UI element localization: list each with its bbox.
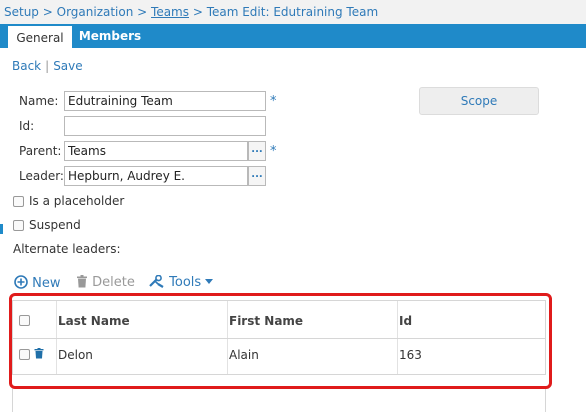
id-field[interactable] [64,116,266,136]
breadcrumb-separator: > [189,5,207,19]
parent-label: Parent: [19,144,62,158]
name-required-mark: * [270,94,277,109]
suspend-checkbox[interactable] [13,220,24,231]
highlight-box [9,293,552,389]
placeholder-checkbox[interactable] [13,196,24,207]
breadcrumb-organization[interactable]: Organization [57,5,134,19]
leader-label: Leader: [19,169,64,183]
grid-lower-area [12,389,546,412]
tools-label: Tools [169,275,202,290]
breadcrumb-teams-link[interactable]: Teams [151,5,189,19]
scope-button[interactable]: Scope [419,87,539,115]
left-edge-marker [0,224,3,234]
tab-general[interactable]: General [8,24,72,48]
action-links: Back | Save [12,59,83,73]
delete-label: Delete [92,275,135,290]
id-label: Id: [19,119,35,133]
leader-browse-button[interactable]: ... [248,166,266,186]
trash-icon [77,275,87,288]
tab-bar: General Members [0,24,586,48]
leader-field[interactable] [64,166,248,186]
breadcrumb-separator: > [38,5,57,19]
save-link[interactable]: Save [53,59,82,73]
placeholder-label: Is a placeholder [29,194,125,208]
alternate-leaders-label: Alternate leaders: [13,242,121,256]
breadcrumb-current: Team Edit: Edutraining Team [206,5,379,19]
tools-icon [149,274,164,288]
name-label: Name: [19,94,59,108]
parent-browse-button[interactable]: ... [248,141,266,161]
action-separator: | [45,59,50,73]
tools-dropdown[interactable]: Tools [149,274,214,290]
tab-members[interactable]: Members [72,24,148,48]
new-label: New [32,276,61,291]
parent-required-mark: * [270,144,277,159]
plus-circle-icon [14,275,28,289]
back-link[interactable]: Back [12,59,41,73]
parent-field[interactable] [64,141,248,161]
breadcrumb-separator: > [133,5,152,19]
chevron-down-icon [205,279,214,284]
suspend-label: Suspend [29,218,81,232]
new-button[interactable]: New [14,275,61,291]
breadcrumb-setup[interactable]: Setup [4,5,39,19]
breadcrumb: Setup > Organization > Teams > Team Edit… [0,0,586,24]
delete-button[interactable]: Delete [76,275,135,290]
name-field[interactable] [64,91,266,111]
